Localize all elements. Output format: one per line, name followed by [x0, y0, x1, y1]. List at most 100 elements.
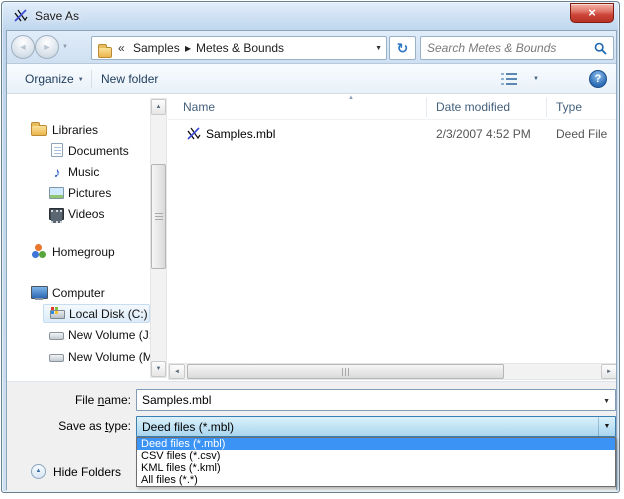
dropdown-option-all[interactable]: All files (*.*)	[137, 474, 615, 486]
recent-pages-chevron-icon[interactable]: ▼	[62, 44, 68, 50]
deed-file-icon	[186, 126, 202, 142]
scroll-down-icon[interactable]: ▼	[151, 361, 166, 377]
column-header-date-modified[interactable]: Date modified	[436, 94, 510, 120]
forward-button[interactable]: ►	[35, 35, 59, 59]
libraries-icon	[31, 125, 47, 136]
breadcrumb[interactable]: « Samples ▸ Metes & Bounds ▼	[91, 36, 387, 60]
videos-icon	[49, 208, 64, 220]
main-area: Libraries Documents ♪ Music Pictures Vid…	[7, 94, 616, 381]
file-name-cell: Samples.mbl	[206, 124, 275, 144]
list-view-icon	[501, 72, 517, 85]
sidebar-item-documents[interactable]: Documents	[11, 142, 150, 161]
breadcrumb-item-metes-bounds[interactable]: Metes & Bounds	[196, 37, 284, 59]
sidebar-item-pictures[interactable]: Pictures	[11, 184, 150, 203]
sidebar-label: Pictures	[68, 184, 111, 203]
close-button[interactable]: ×	[570, 3, 614, 23]
label-text: ame:	[104, 393, 131, 407]
label-text: ype:	[108, 419, 131, 433]
new-folder-button[interactable]: New folder	[97, 69, 162, 89]
titlebar[interactable]: Save As ×	[2, 2, 619, 30]
organize-label: Organize	[25, 72, 74, 86]
sidebar-label: Computer	[52, 284, 105, 303]
navigation-pane: Libraries Documents ♪ Music Pictures Vid…	[11, 94, 150, 381]
sidebar-item-computer[interactable]: Computer	[11, 284, 150, 303]
column-separator[interactable]	[546, 97, 547, 117]
file-type-cell: Deed File	[556, 124, 607, 144]
breadcrumb-separator-icon: ▸	[185, 37, 191, 59]
app-icon	[13, 8, 29, 24]
sidebar-item-music[interactable]: ♪ Music	[11, 163, 150, 182]
file-name-dropdown-icon[interactable]: ▼	[603, 398, 610, 405]
organize-chevron-icon: ▼	[78, 77, 84, 83]
dropdown-option-deed[interactable]: Deed files (*.mbl)	[137, 438, 615, 450]
breadcrumb-dropdown-icon[interactable]: ▼	[375, 45, 382, 52]
views-button[interactable]: ▼	[501, 71, 541, 88]
sidebar-label: Homegroup	[52, 243, 115, 262]
file-name-label: File name:	[7, 393, 131, 407]
organize-button[interactable]: Organize ▼	[21, 69, 88, 89]
search-box	[420, 36, 614, 60]
dropdown-option-kml[interactable]: KML files (*.kml)	[137, 462, 615, 474]
sidebar-item-new-volume-m[interactable]: New Volume (M:	[11, 348, 150, 367]
sidebar-item-new-volume-j[interactable]: New Volume (J:)	[11, 326, 150, 345]
command-toolbar: Organize ▼ New folder ▼ ?	[7, 64, 616, 94]
save-as-type-dropdown-list: Deed files (*.mbl) CSV files (*.csv) KML…	[136, 437, 616, 487]
navigation-bar: ◄ ► ▼ « Samples ▸ Metes & Bounds ▼ ↻	[7, 31, 616, 64]
music-icon: ♪	[49, 164, 65, 180]
help-button[interactable]: ?	[589, 70, 607, 88]
filelist-horizontal-scrollbar[interactable]: ◄ ►	[168, 363, 616, 380]
views-chevron-icon: ▼	[533, 76, 539, 82]
toolbar-separator	[91, 70, 92, 88]
sort-ascending-icon[interactable]: ▲	[348, 94, 354, 102]
dropdown-option-csv[interactable]: CSV files (*.csv)	[137, 450, 615, 462]
scroll-right-icon[interactable]: ►	[601, 364, 616, 379]
sidebar-label: Videos	[68, 205, 104, 224]
drive-icon	[49, 332, 64, 340]
sidebar-item-libraries[interactable]: Libraries	[11, 121, 150, 140]
column-header-type[interactable]: Type	[556, 94, 582, 120]
refresh-button[interactable]: ↻	[389, 36, 416, 60]
column-header-name[interactable]: Name	[183, 94, 215, 120]
window-title: Save As	[35, 9, 79, 23]
save-as-type-dropdown-icon[interactable]: ▼	[598, 417, 615, 436]
sidebar-label: Libraries	[52, 121, 98, 140]
column-separator[interactable]	[426, 97, 427, 117]
pictures-icon	[49, 187, 64, 199]
folder-icon	[98, 47, 112, 58]
column-header-row: Name ▲ Date modified Type	[168, 94, 616, 120]
sidebar-item-videos[interactable]: Videos	[11, 205, 150, 224]
save-as-type-combo[interactable]: Deed files (*.mbl) ▼	[136, 416, 616, 437]
footer-panel: File name: Samples.mbl ▼ Save as type: D…	[7, 381, 616, 491]
scroll-left-icon[interactable]: ◄	[169, 364, 185, 379]
local-disk-icon	[50, 310, 65, 319]
sidebar-label: New Volume (J:)	[68, 326, 156, 345]
sidebar-item-homegroup[interactable]: Homegroup	[11, 243, 150, 262]
dialog-body: ◄ ► ▼ « Samples ▸ Metes & Bounds ▼ ↻	[6, 30, 617, 490]
file-list: Name ▲ Date modified Type Samples.mbl 2/…	[168, 94, 616, 381]
file-name-value[interactable]: Samples.mbl	[142, 390, 211, 411]
homegroup-icon	[31, 244, 47, 260]
file-name-combo[interactable]: Samples.mbl ▼	[136, 389, 616, 411]
documents-icon	[51, 143, 63, 157]
scroll-up-icon[interactable]: ▲	[151, 99, 166, 115]
computer-icon	[31, 285, 47, 301]
scrollbar-thumb[interactable]	[151, 164, 166, 269]
screenshot-stage: Save As × ◄ ► ▼ « Samples ▸ Metes & Boun…	[0, 0, 624, 499]
save-as-type-value[interactable]: Deed files (*.mbl)	[142, 417, 234, 437]
label-text: File	[75, 393, 98, 407]
search-icon[interactable]	[594, 42, 607, 55]
sidebar-scrollbar[interactable]: ▲ ▼	[150, 98, 167, 378]
scrollbar-thumb[interactable]	[187, 364, 504, 379]
breadcrumb-item-samples[interactable]: Samples	[133, 37, 180, 59]
collapse-up-icon: ▲	[31, 464, 46, 479]
sidebar-label: Documents	[68, 142, 129, 161]
file-row-samples-mbl[interactable]: Samples.mbl 2/3/2007 4:52 PM Deed File	[170, 124, 614, 144]
sidebar-item-local-disk-c[interactable]: Local Disk (C:)	[43, 304, 150, 323]
save-as-type-label: Save as type:	[7, 419, 131, 433]
breadcrumb-overflow[interactable]: «	[118, 37, 125, 59]
sidebar-label: Music	[68, 163, 99, 182]
drive-icon	[49, 354, 64, 362]
search-input[interactable]	[427, 39, 587, 57]
back-button[interactable]: ◄	[11, 35, 35, 59]
new-folder-label: New folder	[101, 72, 158, 86]
